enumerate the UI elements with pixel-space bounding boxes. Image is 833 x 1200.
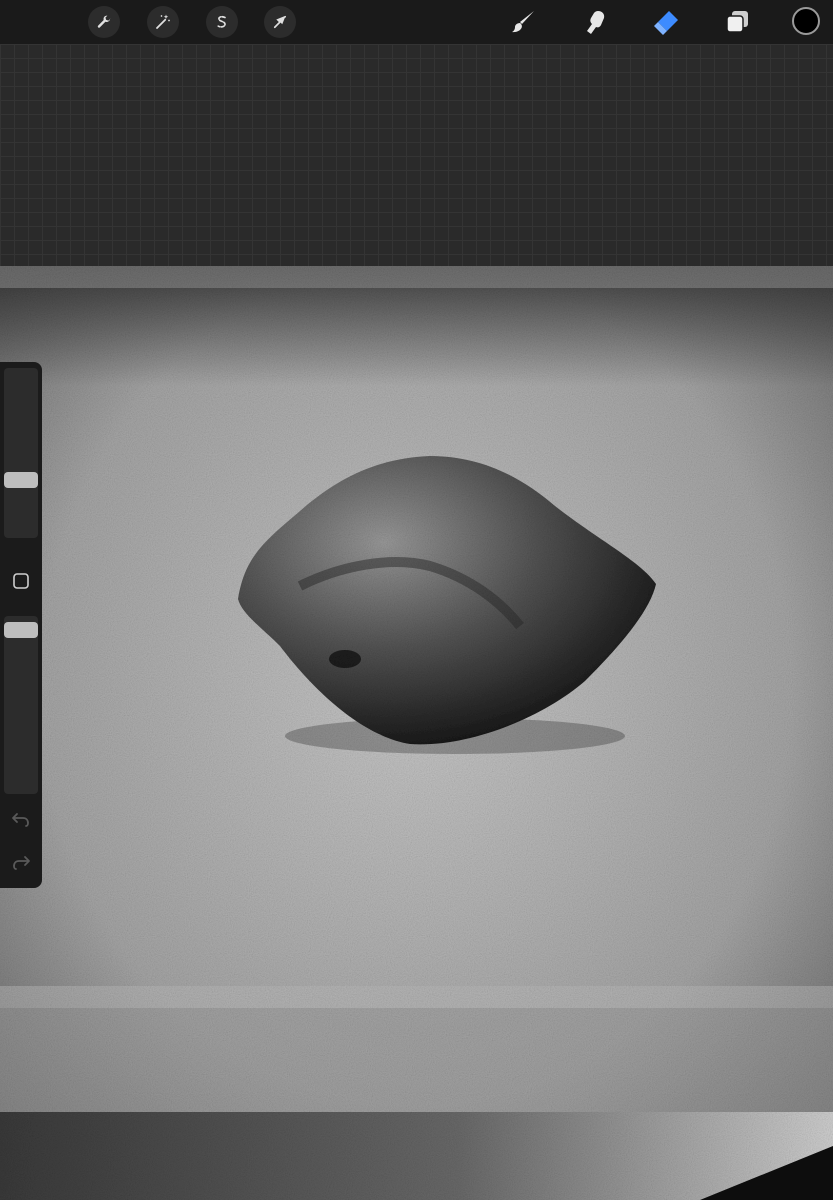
adjustments-button[interactable] bbox=[147, 6, 179, 38]
redo-icon bbox=[13, 856, 30, 870]
modify-button[interactable] bbox=[11, 571, 31, 591]
redo-button[interactable] bbox=[9, 850, 33, 874]
brush-icon bbox=[512, 11, 534, 33]
brush-tool-button[interactable] bbox=[507, 6, 539, 38]
brush-opacity-thumb[interactable] bbox=[4, 622, 38, 638]
magic-wand-icon bbox=[156, 14, 170, 29]
smudge-tool-button[interactable] bbox=[579, 6, 611, 38]
eraser-icon bbox=[654, 11, 678, 35]
undo-button[interactable] bbox=[9, 807, 33, 831]
arrow-cursor-icon bbox=[273, 15, 287, 29]
undo-icon bbox=[12, 813, 29, 827]
canvas-artwork bbox=[0, 266, 833, 1200]
left-sidebar bbox=[0, 362, 42, 888]
brush-size-thumb[interactable] bbox=[4, 472, 38, 488]
drawing-canvas[interactable] bbox=[0, 266, 833, 1200]
color-picker-button[interactable] bbox=[792, 7, 820, 35]
layers-button[interactable] bbox=[721, 6, 753, 38]
brush-opacity-slider[interactable] bbox=[4, 616, 38, 794]
smudge-finger-icon bbox=[587, 11, 605, 34]
top-toolbar bbox=[0, 0, 833, 44]
workspace-background bbox=[0, 44, 833, 266]
transform-button[interactable] bbox=[264, 6, 296, 38]
brush-size-slider[interactable] bbox=[4, 368, 38, 538]
actions-button[interactable] bbox=[88, 6, 120, 38]
square-modifier-icon bbox=[13, 573, 29, 589]
wrench-icon bbox=[97, 15, 111, 28]
selection-button[interactable] bbox=[206, 6, 238, 38]
layers-icon bbox=[726, 11, 748, 33]
selection-s-icon bbox=[217, 15, 226, 28]
eraser-tool-button[interactable] bbox=[650, 6, 682, 38]
